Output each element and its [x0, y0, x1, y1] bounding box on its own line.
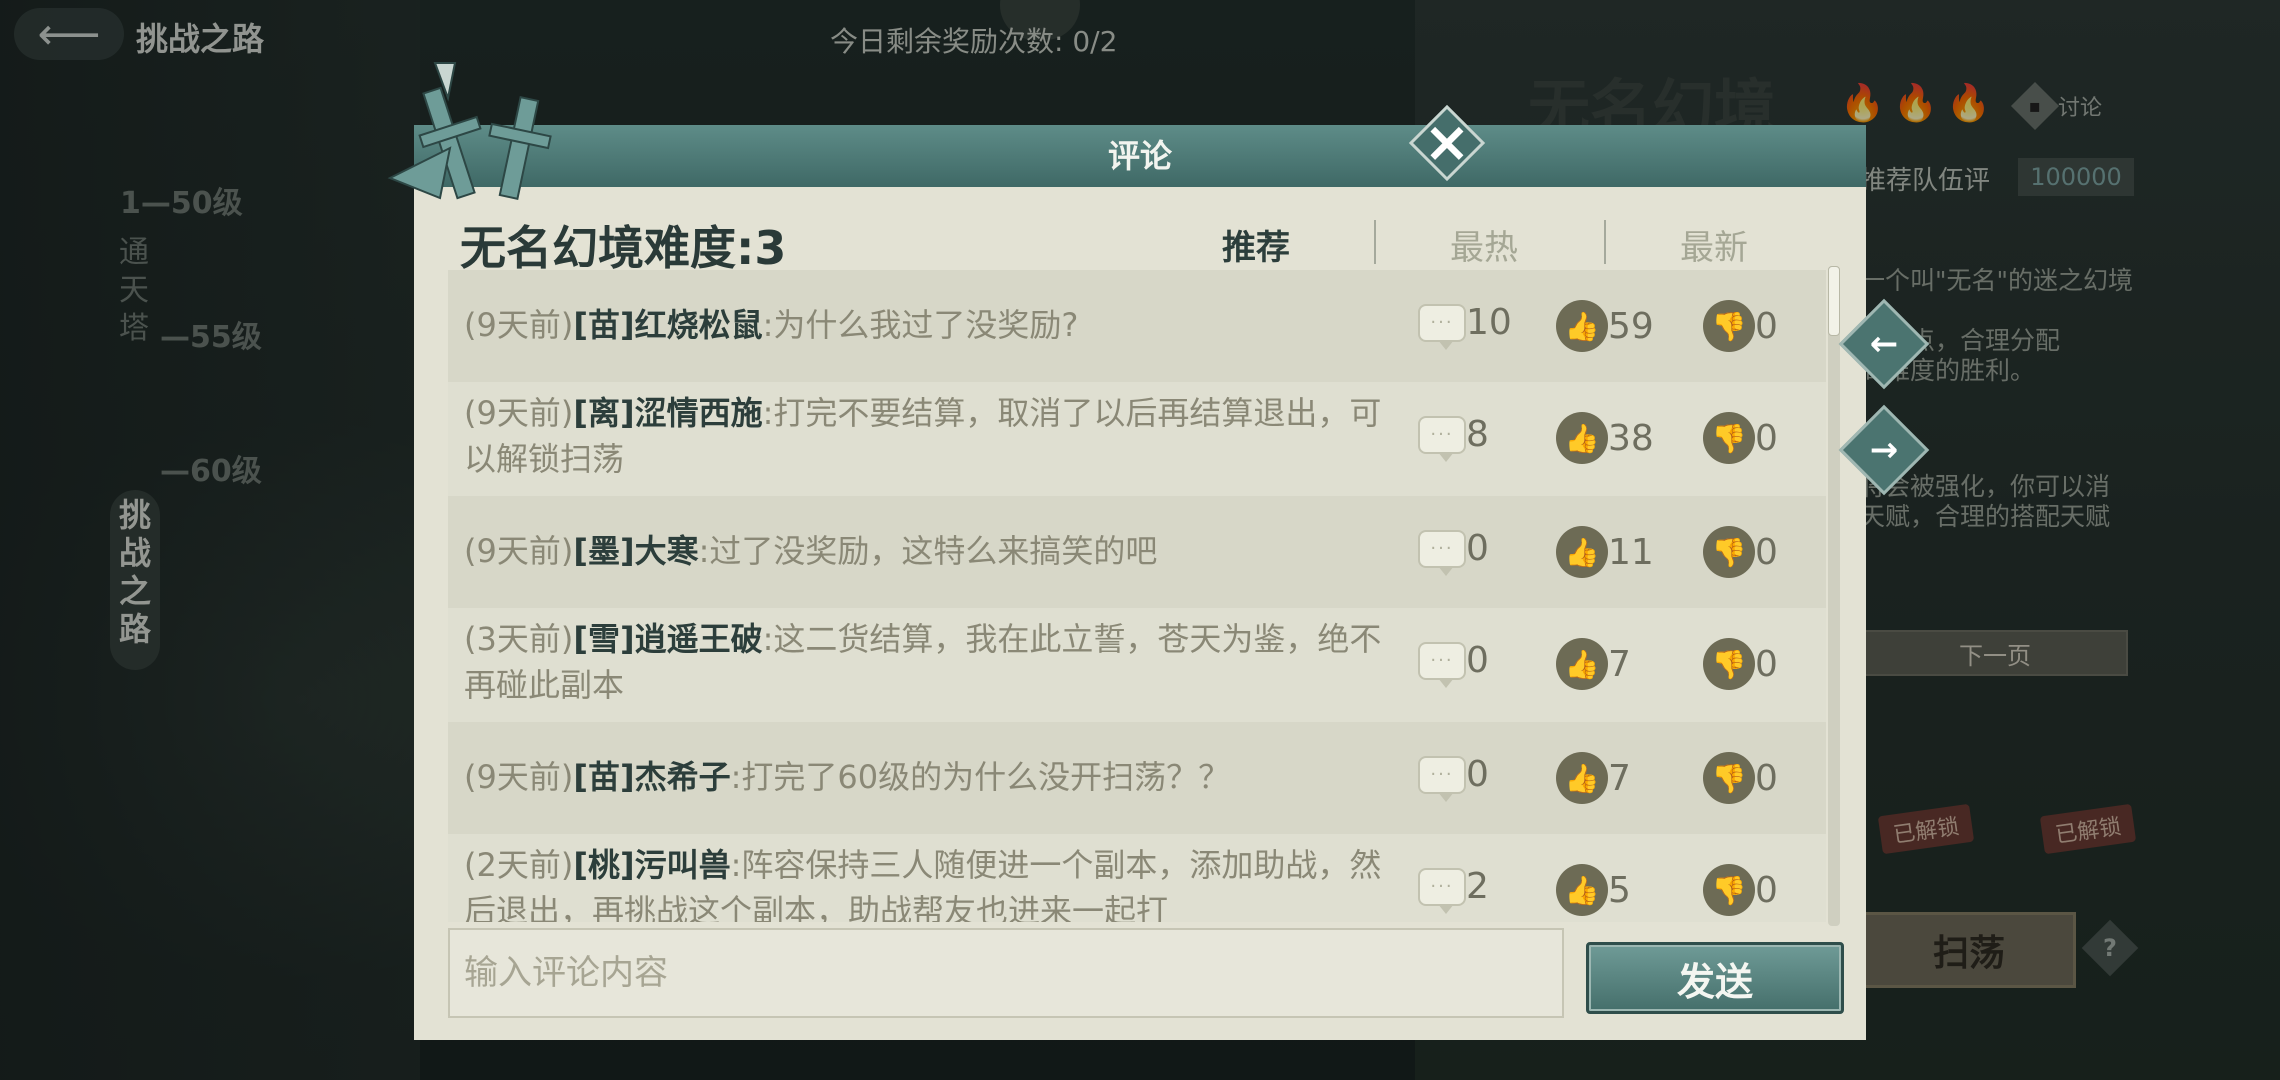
dislike-button[interactable]: 👎 0 — [1703, 300, 1778, 352]
thumbs-down-icon: 👎 — [1703, 526, 1755, 578]
thumbs-down-icon: 👎 — [1703, 412, 1755, 464]
thumbs-up-icon: 👍 — [1556, 526, 1608, 578]
comment-input[interactable]: 输入评论内容 — [448, 928, 1564, 1018]
comment-icon: ··· — [1418, 529, 1466, 576]
comment-scrollbar[interactable] — [1828, 266, 1840, 926]
reply-count: 8 — [1466, 414, 1489, 455]
thumbs-down-icon: 👎 — [1703, 752, 1755, 804]
thumbs-up-icon: 👍 — [1556, 638, 1608, 690]
modal-title: 评论 — [1107, 137, 1172, 175]
comment-icon: ··· — [1418, 641, 1466, 688]
tab-divider — [1604, 220, 1606, 264]
reply-count: 0 — [1466, 528, 1489, 569]
comment-user[interactable]: [离]涩情西施 — [573, 394, 762, 432]
reply-button[interactable]: ··· 0 — [1418, 754, 1489, 802]
reply-button[interactable]: ··· 0 — [1418, 640, 1489, 688]
reply-count: 2 — [1466, 866, 1489, 907]
like-button[interactable]: 👍 38 — [1556, 412, 1654, 464]
tab-hottest[interactable]: 最热 — [1450, 220, 1518, 269]
send-button[interactable]: 发送 — [1586, 942, 1844, 1014]
dislike-count: 0 — [1755, 757, 1778, 799]
scrollbar-thumb[interactable] — [1828, 266, 1840, 336]
comment-row: (9天前)[苗]杰希子:打完了60级的为什么没开扫荡？？ ··· 0 👍 7 👎 0 — [448, 722, 1826, 834]
comment-text: (2天前)[桃]污叫兽:阵容保持三人随便进一个副本，添加助战，然后退出，再挑战这… — [464, 842, 1399, 922]
like-count: 7 — [1608, 643, 1631, 685]
thumbs-down-icon: 👎 — [1703, 300, 1755, 352]
comment-time: (9天前) — [464, 394, 574, 432]
thumbs-up-icon: 👍 — [1556, 864, 1608, 916]
thumbs-down-icon: 👎 — [1703, 638, 1755, 690]
comment-user[interactable]: [雪]逍遥王破 — [573, 620, 762, 658]
like-count: 5 — [1608, 869, 1631, 911]
reply-button[interactable]: ··· 2 — [1418, 866, 1489, 914]
reply-button[interactable]: ··· 10 — [1418, 302, 1512, 350]
comment-time: (3天前) — [464, 620, 574, 658]
comment-body: :打完了60级的为什么没开扫荡？？ — [730, 758, 1231, 796]
tab-recommended[interactable]: 推荐 — [1222, 220, 1290, 269]
dislike-button[interactable]: 👎 0 — [1703, 526, 1778, 578]
comment-text: (9天前)[墨]大寒:过了没奖励，这特么来搞笑的吧 — [464, 528, 1399, 574]
dislike-count: 0 — [1755, 643, 1778, 685]
dislike-count: 0 — [1755, 869, 1778, 911]
comment-icon: ··· — [1418, 867, 1466, 914]
like-count: 7 — [1608, 757, 1631, 799]
comment-row: (9天前)[离]涩情西施:打完不要结算，取消了以后再结算退出，可以解锁扫荡 ··… — [448, 382, 1826, 496]
comment-row: (2天前)[桃]污叫兽:阵容保持三人随便进一个副本，添加助战，然后退出，再挑战这… — [448, 834, 1826, 922]
reply-button[interactable]: ··· 8 — [1418, 414, 1489, 462]
close-icon: × — [1423, 110, 1471, 175]
comment-time: (9天前) — [464, 758, 574, 796]
comment-text: (9天前)[苗]杰希子:打完了60级的为什么没开扫荡？？ — [464, 754, 1399, 800]
like-button[interactable]: 👍 11 — [1556, 526, 1654, 578]
reply-count: 10 — [1466, 302, 1512, 343]
comment-text: (9天前)[离]涩情西施:打完不要结算，取消了以后再结算退出，可以解锁扫荡 — [464, 390, 1399, 482]
comment-user[interactable]: [苗]杰希子 — [573, 758, 730, 796]
like-button[interactable]: 👍 5 — [1556, 864, 1631, 916]
left-arrow-icon: ← — [1869, 324, 1899, 364]
comment-icon: ··· — [1418, 415, 1466, 462]
comment-body: :为什么我过了没奖励? — [762, 306, 1079, 344]
dislike-button[interactable]: 👎 0 — [1703, 864, 1778, 916]
dislike-count: 0 — [1755, 417, 1778, 459]
comment-row: (9天前)[墨]大寒:过了没奖励，这特么来搞笑的吧 ··· 0 👍 11 👎 0 — [448, 496, 1826, 608]
tab-divider — [1374, 220, 1376, 264]
reply-button[interactable]: ··· 0 — [1418, 528, 1489, 576]
comment-user[interactable]: [苗]红烧松鼠 — [573, 306, 762, 344]
comment-text: (3天前)[雪]逍遥王破:这二货结算，我在此立誓，苍天为鉴，绝不再碰此副本 — [464, 616, 1399, 708]
dislike-button[interactable]: 👎 0 — [1703, 752, 1778, 804]
comment-row: (9天前)[苗]红烧松鼠:为什么我过了没奖励? ··· 10 👍 59 👎 0 — [448, 270, 1826, 382]
dislike-button[interactable]: 👎 0 — [1703, 638, 1778, 690]
tab-newest[interactable]: 最新 — [1680, 220, 1748, 269]
comment-list[interactable]: (9天前)[苗]红烧松鼠:为什么我过了没奖励? ··· 10 👍 59 👎 0 (9天… — [448, 270, 1826, 922]
thumbs-up-icon: 👍 — [1556, 300, 1608, 352]
comment-time: (9天前) — [464, 532, 574, 570]
difficulty-title: 无名幻境难度:3 — [460, 221, 787, 275]
dislike-count: 0 — [1755, 305, 1778, 347]
like-count: 38 — [1608, 417, 1654, 459]
reply-count: 0 — [1466, 754, 1489, 795]
like-button[interactable]: 👍 7 — [1556, 638, 1631, 690]
like-button[interactable]: 👍 7 — [1556, 752, 1631, 804]
comment-time: (9天前) — [464, 306, 574, 344]
comment-icon: ··· — [1418, 303, 1466, 350]
comment-time: (2天前) — [464, 846, 574, 884]
like-count: 11 — [1608, 531, 1654, 573]
comment-user[interactable]: [墨]大寒 — [573, 532, 698, 570]
like-count: 59 — [1608, 305, 1654, 347]
comment-row: (3天前)[雪]逍遥王破:这二货结算，我在此立誓，苍天为鉴，绝不再碰此副本 ··… — [448, 608, 1826, 722]
dislike-count: 0 — [1755, 531, 1778, 573]
close-button[interactable]: × — [1408, 104, 1486, 182]
right-arrow-icon: → — [1869, 430, 1899, 470]
crossed-swords-ornament — [387, 62, 552, 200]
comment-icon: ··· — [1418, 755, 1466, 802]
reply-count: 0 — [1466, 640, 1489, 681]
like-button[interactable]: 👍 59 — [1556, 300, 1654, 352]
thumbs-down-icon: 👎 — [1703, 864, 1755, 916]
thumbs-up-icon: 👍 — [1556, 412, 1608, 464]
thumbs-up-icon: 👍 — [1556, 752, 1608, 804]
comment-text: (9天前)[苗]红烧松鼠:为什么我过了没奖励? — [464, 302, 1399, 348]
comment-body: :过了没奖励，这特么来搞笑的吧 — [698, 532, 1158, 570]
comment-user[interactable]: [桃]污叫兽 — [573, 846, 730, 884]
dislike-button[interactable]: 👎 0 — [1703, 412, 1778, 464]
